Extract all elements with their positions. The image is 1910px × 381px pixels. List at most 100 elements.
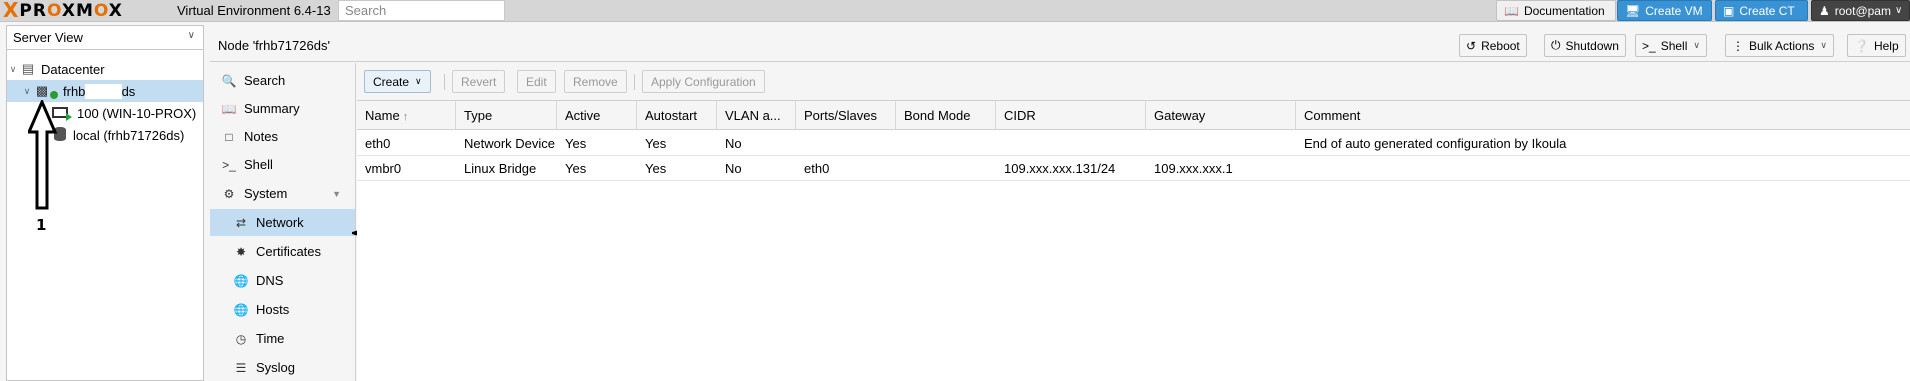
- cell-comment: [1296, 156, 1910, 181]
- chevron-down-icon: ∨: [187, 30, 195, 41]
- reboot-button[interactable]: ↺ Reboot: [1459, 34, 1527, 57]
- exchange-icon: ⇄: [235, 215, 247, 230]
- column-header-ports[interactable]: Ports/Slaves: [796, 101, 896, 130]
- cell-ports: eth0: [804, 161, 830, 176]
- shutdown-button[interactable]: ⏻ Shutdown: [1544, 34, 1626, 57]
- page-title: Node 'frhb71726ds': [218, 38, 330, 53]
- cogs-icon: ⚙: [223, 186, 235, 201]
- cell-autostart: Yes: [645, 136, 667, 151]
- menu-item-summary[interactable]: 📖 Summary: [210, 95, 355, 122]
- chevron-down-icon: ∨: [1820, 40, 1827, 50]
- menu-item-time[interactable]: ◷ Time: [210, 325, 355, 352]
- table-header: Name ↑ Type Active Autostart VLAN a... Po…: [357, 101, 1910, 130]
- cell-cidr: [996, 131, 1146, 156]
- tree-item-node[interactable]: ∨ ▩ frhb 71726 ds: [7, 80, 203, 102]
- cell-active: Yes: [565, 161, 587, 176]
- desktop-icon: 🖥: [1625, 3, 1641, 18]
- menu-item-network[interactable]: ⇄ Network: [210, 209, 355, 236]
- column-header-active[interactable]: Active: [557, 101, 637, 130]
- notes-icon: □: [225, 129, 233, 144]
- user-menu-button[interactable]: ♟ root@pam ∨: [1811, 0, 1910, 21]
- logo-text: PROXMOX: [19, 0, 123, 21]
- tree-item-datacenter[interactable]: ∨ ▤ Datacenter: [7, 58, 203, 80]
- column-header-comment[interactable]: Comment: [1296, 101, 1910, 130]
- documentation-button[interactable]: 📖 Documentation: [1496, 0, 1616, 21]
- certificate-icon: ✸: [235, 244, 247, 259]
- help-icon: ❔: [1854, 38, 1869, 53]
- menu-item-notes[interactable]: □ Notes: [210, 123, 355, 150]
- menu-item-hosts[interactable]: 🌐 Hosts: [210, 296, 355, 323]
- menu-item-dns[interactable]: 🌐 DNS: [210, 267, 355, 294]
- search-icon: 🔍: [221, 73, 237, 88]
- column-header-vlan[interactable]: VLAN a...: [717, 101, 796, 130]
- toolbar-separator: [444, 74, 445, 90]
- create-button[interactable]: Create ∨: [364, 70, 431, 93]
- user-icon: ♟: [1819, 3, 1830, 18]
- cell-gateway: [1146, 131, 1296, 156]
- annotation-label-1: 1: [36, 216, 47, 234]
- create-vm-button[interactable]: 🖥 Create VM: [1617, 0, 1712, 21]
- edit-button[interactable]: Edit: [517, 70, 556, 93]
- column-header-autostart[interactable]: Autostart: [637, 101, 717, 130]
- collapse-icon[interactable]: ∨: [7, 64, 19, 75]
- node-submenu: 🔍 Search 📖 Summary □ Notes >_ Shell ⚙ Sy…: [210, 63, 356, 381]
- global-search-input[interactable]: Search: [338, 0, 505, 21]
- column-header-bond-mode[interactable]: Bond Mode: [896, 101, 996, 130]
- status-online-icon: [50, 91, 58, 99]
- power-icon: ⏻: [1551, 38, 1561, 52]
- redacted-text: 71726: [85, 83, 122, 99]
- cell-gateway: 109.xxx.xxx.1: [1154, 161, 1233, 176]
- cube-icon: ▣: [1723, 3, 1735, 18]
- terminal-icon: >_: [222, 157, 236, 172]
- column-header-cidr[interactable]: CIDR: [996, 101, 1146, 130]
- remove-button[interactable]: Remove: [564, 70, 627, 93]
- revert-button[interactable]: Revert: [452, 70, 506, 93]
- create-ct-button[interactable]: ▣ Create CT: [1715, 0, 1808, 21]
- chevron-down-icon: ∨: [415, 76, 422, 86]
- column-header-type[interactable]: Type: [456, 101, 557, 130]
- globe-icon: 🌐: [233, 273, 249, 288]
- cell-active: Yes: [565, 136, 587, 151]
- cell-cidr: 109.xxx.xxx.131/24: [1004, 161, 1116, 176]
- menu-item-shell[interactable]: >_ Shell: [210, 151, 355, 178]
- network-toolbar: Create ∨ Revert Edit Remove Apply Config…: [357, 63, 1910, 101]
- sort-ascending-icon: ↑: [402, 111, 409, 123]
- chevron-down-icon[interactable]: ∨: [1693, 40, 1700, 51]
- menu-item-syslog[interactable]: ☰ Syslog: [210, 354, 355, 381]
- menu-item-system[interactable]: ⚙ System ▼: [210, 180, 355, 207]
- cell-vlan: No: [725, 161, 742, 176]
- server-rack-icon: ▤: [21, 61, 35, 76]
- shell-button[interactable]: >_ Shell ∨: [1635, 34, 1707, 57]
- cell-type: Linux Bridge: [464, 161, 537, 176]
- cell-type: Network Device: [464, 136, 556, 151]
- cell-autostart: Yes: [645, 161, 667, 176]
- book-icon: 📖: [1504, 3, 1519, 18]
- collapse-icon[interactable]: ∨: [21, 86, 33, 97]
- column-header-name[interactable]: Name ↑: [357, 101, 456, 130]
- chevron-down-icon: ∨: [1894, 5, 1903, 16]
- more-vertical-icon: ⋮: [1732, 38, 1744, 53]
- network-panel: Create ∨ Revert Edit Remove Apply Config…: [357, 63, 1910, 381]
- menu-item-search[interactable]: 🔍 Search: [210, 67, 355, 94]
- column-header-gateway[interactable]: Gateway: [1146, 101, 1296, 130]
- bulk-actions-button[interactable]: ⋮ Bulk Actions ∨: [1725, 34, 1834, 57]
- menu-item-certificates[interactable]: ✸ Certificates: [210, 238, 355, 265]
- table-row[interactable]: eth0 Network Device Yes Yes No End of au…: [357, 131, 1910, 156]
- cell-comment: End of auto generated configuration by I…: [1304, 136, 1567, 151]
- cell-bond-mode: [896, 156, 996, 181]
- help-button[interactable]: ❔ Help: [1847, 34, 1906, 57]
- globe-icon: 🌐: [233, 302, 249, 317]
- version-label: Virtual Environment 6.4-13: [177, 3, 331, 18]
- book-icon: 📖: [221, 101, 237, 116]
- top-bar: X PROXMOX Virtual Environment 6.4-13 Sea…: [0, 0, 1910, 22]
- undo-icon: ↺: [1466, 38, 1477, 53]
- terminal-icon: >_: [1642, 38, 1656, 53]
- cell-name: eth0: [365, 136, 391, 151]
- node-icon: ▩: [35, 83, 49, 98]
- apply-configuration-button[interactable]: Apply Configuration: [642, 70, 765, 93]
- proxmox-logo[interactable]: X PROXMOX: [3, 0, 123, 21]
- table-row[interactable]: vmbr0 Linux Bridge Yes Yes No eth0 109.x…: [357, 156, 1910, 181]
- view-selector[interactable]: Server View ∨: [7, 26, 203, 50]
- clock-icon: ◷: [235, 331, 247, 346]
- list-icon: ☰: [235, 360, 247, 375]
